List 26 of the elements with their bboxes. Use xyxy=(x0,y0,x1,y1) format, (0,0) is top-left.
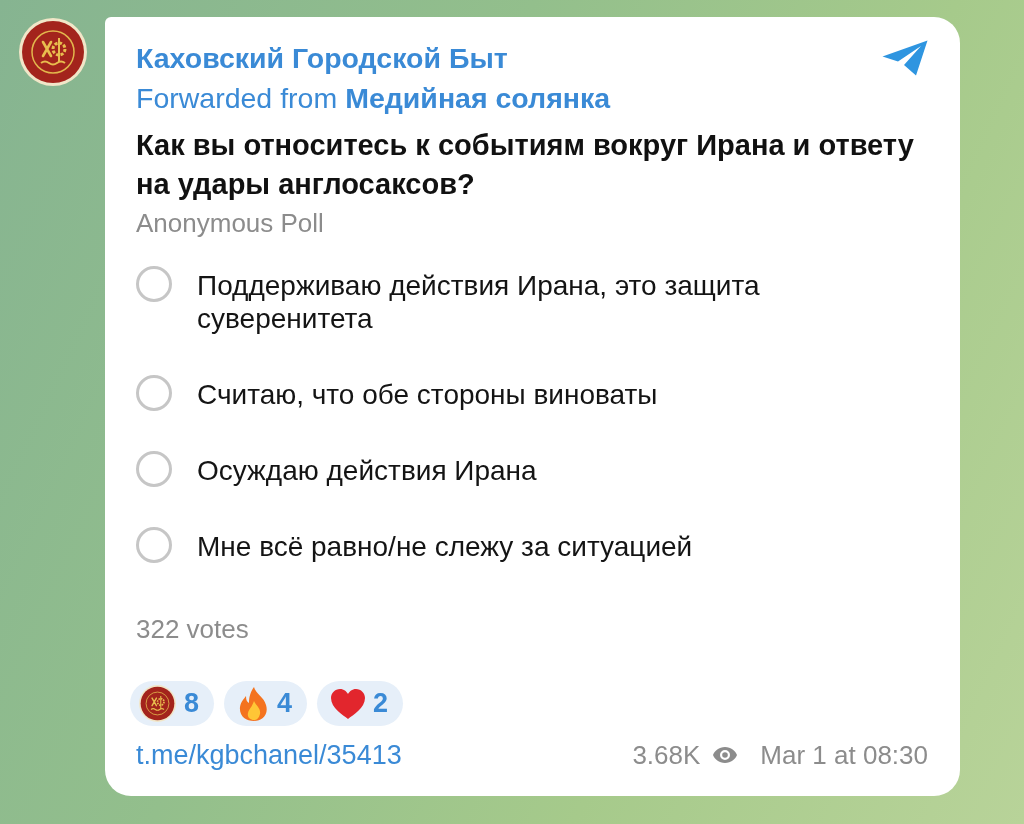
poll-option-label[interactable]: Осуждаю действия Ирана xyxy=(197,454,537,487)
radio-button[interactable] xyxy=(136,375,172,411)
vote-count: 322 votes xyxy=(136,613,250,645)
reaction-button[interactable]: 4 xyxy=(224,681,308,726)
poll-option-label[interactable]: Считаю, что обе стороны виноваты xyxy=(197,378,658,411)
poll-question: Как вы относитесь к событиям вокруг Ирана и ответу на удары англосаксов? xyxy=(136,128,915,202)
heart-icon xyxy=(331,688,366,719)
view-count: 3.68K xyxy=(632,739,701,771)
round-emblem-icon xyxy=(139,685,176,722)
eye-icon xyxy=(712,746,739,764)
source-channel-link[interactable]: Медийная солянка xyxy=(345,78,611,118)
post-link[interactable]: t.me/kgbchanel/35413 xyxy=(136,739,402,771)
radio-button[interactable] xyxy=(136,527,172,563)
post-date: Mar 1 at 08:30 xyxy=(760,739,928,771)
radio-button[interactable] xyxy=(136,451,172,487)
channel-avatar[interactable] xyxy=(19,18,87,86)
flame-icon xyxy=(239,686,270,721)
poll-option-label[interactable]: Поддерживаю действия Ирана, это защита суверенитета xyxy=(197,269,928,335)
poll-option-label[interactable]: Мне всё равно/не слежу за ситуацией xyxy=(197,530,693,563)
channel-name[interactable]: Каховский Городской Быт xyxy=(136,38,611,78)
paper-plane-icon xyxy=(882,40,928,76)
forwarded-label: Forwarded from xyxy=(136,81,338,116)
reaction-button[interactable]: 8 xyxy=(130,681,215,726)
radio-button[interactable] xyxy=(136,266,172,302)
reaction-button[interactable]: 2 xyxy=(317,681,404,726)
poll-type-label: Anonymous Poll xyxy=(136,207,325,239)
